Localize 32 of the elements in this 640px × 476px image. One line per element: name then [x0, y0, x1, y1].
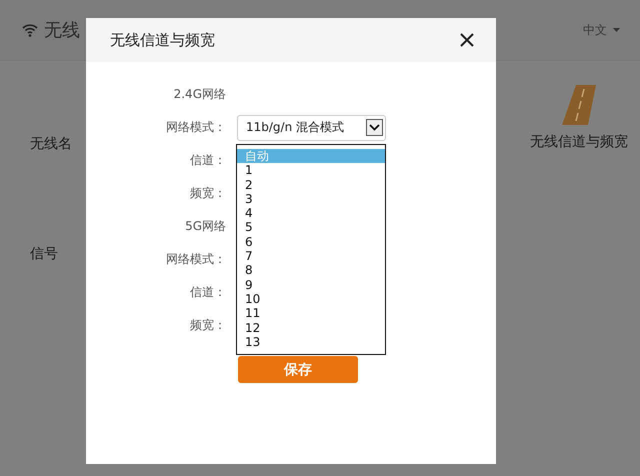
field-label: 信道： [189, 152, 226, 169]
page-title: 无线 [44, 19, 80, 42]
menu-item-label[interactable]: 无线信道与频宽 [530, 133, 628, 151]
dropdown-option[interactable]: 9 [237, 278, 385, 292]
field-label: 网络模式： [165, 119, 226, 136]
dropdown-option[interactable]: 1 [237, 163, 385, 178]
wifi-icon [22, 23, 38, 37]
road-icon [562, 85, 596, 125]
mode-select[interactable]: 11b/g/n 混合模式 [237, 114, 386, 140]
section-heading: 5G网络 [184, 218, 226, 235]
field-label: 频宽： [189, 185, 226, 202]
field-label: 网络模式： [165, 251, 226, 268]
section-heading: 2.4G网络 [172, 86, 226, 103]
close-button[interactable] [458, 31, 476, 49]
dialog-title: 无线信道与频宽 [110, 30, 215, 50]
menu-item-label[interactable]: 无线名 [30, 135, 72, 153]
dropdown-option[interactable]: 7 [237, 249, 385, 264]
field-label: 频宽： [189, 317, 226, 334]
dropdown-option[interactable]: 5 [237, 220, 385, 235]
dropdown-option[interactable]: 12 [237, 320, 385, 335]
dropdown-option[interactable]: 2 [237, 178, 385, 192]
dropdown-option[interactable]: 4 [237, 206, 385, 220]
caret-icon [613, 28, 620, 32]
dropdown-option[interactable]: 10 [237, 292, 385, 306]
dropdown-option[interactable]: 3 [237, 192, 385, 206]
dropdown-option[interactable]: 11 [237, 306, 385, 321]
menu-item-label[interactable]: 信号 [30, 245, 72, 263]
field-label: 信道： [189, 284, 226, 301]
dropdown-option[interactable]: 8 [237, 263, 385, 278]
dropdown-option[interactable]: 6 [237, 234, 385, 250]
chevron-down-icon [366, 119, 383, 136]
dropdown-option[interactable]: 13 [237, 334, 385, 350]
